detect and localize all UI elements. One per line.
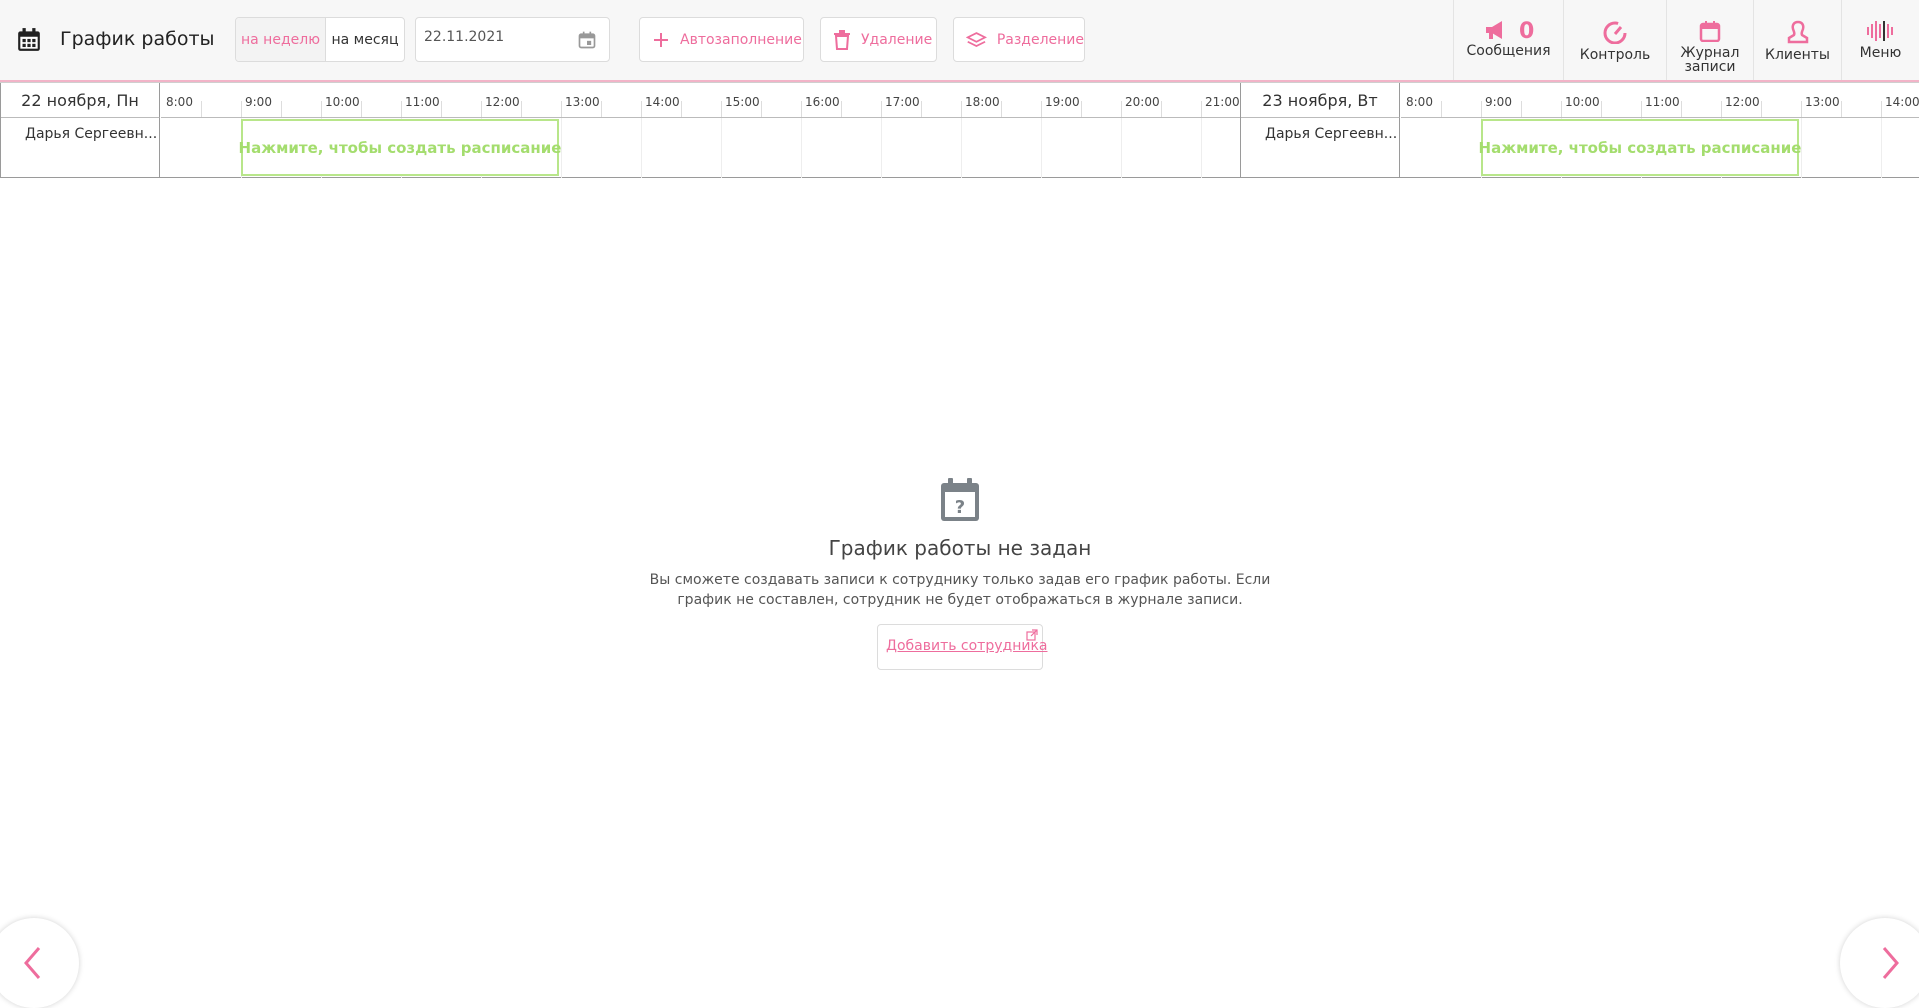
- hour-label: 9:00: [245, 95, 272, 109]
- hour-label: 12:00: [485, 95, 520, 109]
- hour-label: 8:00: [166, 95, 193, 109]
- create-schedule-button[interactable]: Нажмите, чтобы создать расписание: [241, 119, 559, 176]
- nav-messages[interactable]: Сообщения: [1453, 0, 1563, 80]
- add-employee-button[interactable]: Добавить сотрудника: [877, 624, 1043, 670]
- clients-label: Клиенты: [1765, 48, 1830, 62]
- hour-label: 20:00: [1125, 95, 1160, 109]
- hour-label: 11:00: [405, 95, 440, 109]
- day-header: 23 ноября, Вт: [1241, 83, 1400, 118]
- autofill-button[interactable]: Автозаполнение: [639, 17, 804, 62]
- page-title: График работы: [60, 28, 215, 50]
- hour-scale: 8:00 9:00 10:00 11:00 12:00 13:00 14:00 …: [161, 83, 1240, 118]
- prev-arrow-button[interactable]: [0, 918, 79, 1008]
- nav-clients[interactable]: Клиенты: [1753, 0, 1841, 80]
- nav-control[interactable]: Контроль: [1563, 0, 1666, 80]
- top-bar: График работы на неделю на месяц Автозап…: [0, 0, 1919, 82]
- hour-label: 9:00: [1485, 95, 1512, 109]
- add-employee-link[interactable]: Добавить сотрудника: [886, 638, 1047, 654]
- calendar-journal-icon: [1699, 20, 1721, 42]
- hour-label: 13:00: [565, 95, 600, 109]
- empty-state: ? График работы не задан Вы сможете созд…: [600, 478, 1320, 674]
- hour-label: 14:00: [1885, 95, 1919, 109]
- autofill-label: Автозаполнение: [680, 32, 802, 48]
- hour-label: 14:00: [645, 95, 680, 109]
- speedometer-icon: [1601, 20, 1629, 44]
- nav-journal[interactable]: Журнал записи: [1666, 0, 1753, 80]
- next-arrow-button[interactable]: [1840, 918, 1919, 1008]
- hour-label: 11:00: [1645, 95, 1680, 109]
- chevron-left-icon: [23, 946, 43, 980]
- calendar-small-icon[interactable]: [577, 30, 597, 50]
- hour-label: 13:00: [1805, 95, 1840, 109]
- calendar-question-icon: ?: [940, 478, 980, 522]
- layers-icon: [966, 30, 987, 50]
- messages-count: 0: [1519, 19, 1534, 44]
- plus-icon: [652, 31, 670, 49]
- trash-icon: [833, 30, 851, 50]
- split-button[interactable]: Разделение: [953, 17, 1085, 62]
- day-column: 22 ноября, Пн Дарья Сергеевн... 8:00 9:0…: [0, 83, 1240, 178]
- hour-label: 10:00: [325, 95, 360, 109]
- control-label: Контроль: [1580, 48, 1650, 62]
- external-link-icon: [1026, 629, 1038, 641]
- calendar-icon: [16, 27, 42, 53]
- journal-label-line2: записи: [1684, 60, 1735, 74]
- day-column: 23 ноября, Вт Дарья Сергеевн... 8:00 9:0…: [1240, 83, 1919, 178]
- delete-button[interactable]: Удаление: [820, 17, 937, 62]
- megaphone-icon: [1484, 20, 1512, 40]
- messages-label: Сообщения: [1466, 44, 1550, 58]
- create-schedule-button[interactable]: Нажмите, чтобы создать расписание: [1481, 119, 1799, 176]
- split-label: Разделение: [997, 32, 1084, 48]
- svg-text:?: ?: [955, 497, 965, 518]
- date-input[interactable]: [424, 29, 564, 45]
- hour-scale: 8:00 9:00 10:00 11:00 12:00 13:00 14:00: [1401, 83, 1919, 118]
- schedule-strip: 22 ноября, Пн Дарья Сергеевн... 8:00 9:0…: [0, 82, 1919, 178]
- chevron-right-icon: [1880, 946, 1900, 980]
- view-week-button[interactable]: на неделю: [236, 18, 326, 61]
- date-picker[interactable]: [415, 17, 610, 62]
- empty-text-line2: график не составлен, сотрудник не будет …: [677, 592, 1242, 608]
- hour-label: 21:00: [1205, 95, 1240, 109]
- hour-label: 16:00: [805, 95, 840, 109]
- empty-title: График работы не задан: [600, 536, 1320, 560]
- hour-label: 8:00: [1406, 95, 1433, 109]
- user-icon: [1786, 20, 1810, 44]
- menu-bars-icon: [1866, 20, 1896, 42]
- hour-label: 15:00: [725, 95, 760, 109]
- hour-label: 19:00: [1045, 95, 1080, 109]
- hour-label: 17:00: [885, 95, 920, 109]
- hour-label: 12:00: [1725, 95, 1760, 109]
- staff-name[interactable]: Дарья Сергеевн...: [1241, 118, 1400, 178]
- menu-label: Меню: [1860, 46, 1902, 60]
- hour-label: 18:00: [965, 95, 1000, 109]
- hour-label: 10:00: [1565, 95, 1600, 109]
- nav-menu[interactable]: Меню: [1841, 0, 1919, 80]
- view-month-button[interactable]: на месяц: [326, 18, 404, 61]
- day-header: 22 ноября, Пн: [1, 83, 160, 118]
- journal-label-line1: Журнал: [1681, 46, 1740, 60]
- view-toggle: на неделю на месяц: [235, 17, 405, 62]
- empty-text-line1: Вы сможете создавать записи к сотруднику…: [650, 572, 1271, 588]
- delete-label: Удаление: [861, 32, 932, 48]
- staff-name[interactable]: Дарья Сергеевн...: [1, 118, 160, 178]
